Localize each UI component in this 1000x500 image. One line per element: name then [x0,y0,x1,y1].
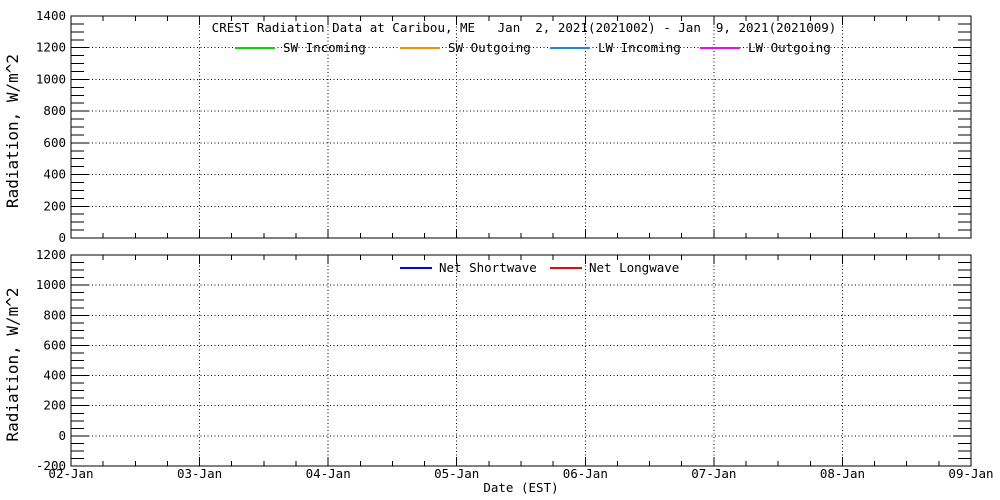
legend-label: Net Longwave [589,260,679,275]
y-tick-label: 200 [43,398,66,413]
y-tick-label: 600 [43,135,66,150]
x-tick-label: 02-Jan [48,466,93,481]
x-axis-title: Date (EST) [483,480,558,495]
y-tick-label: 800 [43,307,66,322]
y-tick-label: 0 [58,428,66,443]
y-tick-label: 800 [43,103,66,118]
x-tick-label: 05-Jan [434,466,479,481]
y-axis-title: Radiation, W/m^2 [3,54,22,208]
y-tick-label: 200 [43,198,66,213]
x-tick-label: 09-Jan [948,466,993,481]
y-tick-label: 1000 [36,277,66,292]
x-tick-label: 06-Jan [563,466,608,481]
y-tick-label: 0 [58,230,66,245]
y-tick-label: 1400 [36,8,66,23]
x-tick-label: 07-Jan [691,466,736,481]
x-tick-label: 04-Jan [306,466,351,481]
x-tick-label: 03-Jan [177,466,222,481]
legend-label: SW Outgoing [448,40,531,55]
legend-label: Net Shortwave [439,260,537,275]
y-tick-label: 1000 [36,71,66,86]
x-tick-label: 08-Jan [820,466,865,481]
legend-label: LW Outgoing [748,40,831,55]
legend-label: LW Incoming [598,40,681,55]
panel-bottom: -20002004006008001000120002-Jan03-Jan04-… [3,247,994,495]
y-tick-label: 1200 [36,247,66,262]
radiation-plot-screenshot: 0 200 400 600 800 1000 1200 1400 Radiation, W/m^… [0,0,1000,500]
chart-title: CREST Radiation Data at Caribou, ME Jan … [212,20,837,35]
plot-frame [71,255,971,466]
y-tick-label: 600 [43,337,66,352]
legend-label: SW Incoming [283,40,366,55]
y-tick-label: 1200 [36,40,66,55]
y-tick-label: 400 [43,368,66,383]
y-axis-title: Radiation, W/m^2 [3,287,22,441]
radiation-dual-panel-chart: 0 200 400 600 800 1000 1200 1400 Radiation, W/m^… [0,0,1000,500]
y-tick-label: 400 [43,167,66,182]
panel-top: 0 200 400 600 800 1000 1200 1400 Radiation, W/m^… [3,8,971,245]
